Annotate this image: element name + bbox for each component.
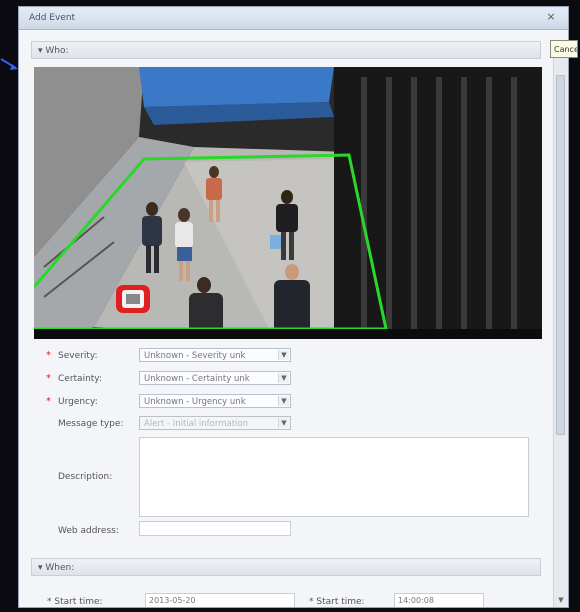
message-type-value: Alert - Initial information — [144, 419, 248, 429]
camera-view — [34, 67, 542, 339]
scroll-thumb[interactable] — [556, 75, 565, 435]
urgency-select[interactable]: Unknown - Urgency unk ▼ — [139, 394, 291, 408]
start-date-input[interactable]: 2013-05-20 — [145, 593, 295, 607]
close-icon[interactable]: × — [544, 10, 558, 24]
message-type-select: Alert - Initial information ▼ — [139, 416, 291, 430]
certainty-select[interactable]: Unknown - Certainty unk ▼ — [139, 371, 291, 385]
camera-alert-icon[interactable] — [116, 285, 150, 313]
required-marker: * — [46, 350, 51, 361]
vertical-scrollbar[interactable]: ▲ ▼ — [553, 45, 568, 607]
start-time-label: * Start time: — [309, 597, 365, 607]
chevron-down-icon: ▼ — [278, 396, 289, 406]
start-time-value: 14:00:08 — [398, 596, 434, 605]
description-textarea[interactable] — [139, 437, 529, 517]
web-address-label: Web address: — [58, 526, 119, 536]
dialog-title: Add Event — [29, 13, 76, 23]
cancel-tooltip: Cancel — [550, 40, 578, 58]
description-label: Description: — [58, 472, 113, 482]
certainty-label: Certainty: — [58, 374, 103, 384]
start-time-input[interactable]: 14:00:08 — [394, 593, 484, 607]
urgency-value: Unknown - Urgency unk — [144, 397, 246, 407]
who-section-header[interactable]: ▾ Who: — [31, 41, 541, 59]
urgency-label: Urgency: — [58, 397, 98, 407]
dialog-titlebar: Add Event × — [19, 7, 568, 30]
chevron-down-icon: ▼ — [278, 373, 289, 383]
required-marker: * — [46, 373, 51, 384]
chevron-down-icon: ▼ — [278, 418, 289, 428]
scroll-down-icon[interactable]: ▼ — [556, 595, 566, 605]
severity-select[interactable]: Unknown - Severity unk ▼ — [139, 348, 291, 362]
start-date-value: 2013-05-20 — [149, 596, 196, 605]
web-address-input[interactable] — [139, 521, 291, 536]
required-marker: * — [46, 396, 51, 407]
message-type-label: Message type: — [58, 419, 124, 429]
chevron-down-icon: ▼ — [278, 350, 289, 360]
severity-value: Unknown - Severity unk — [144, 351, 246, 361]
start-date-label: * Start time: — [47, 597, 103, 607]
certainty-value: Unknown - Certainty unk — [144, 374, 250, 384]
add-event-dialog: Add Event × ▾ Who: * Severity: Unknown -… — [18, 6, 569, 608]
severity-label: Severity: — [58, 351, 98, 361]
when-section-header[interactable]: ▾ When: — [31, 558, 541, 576]
